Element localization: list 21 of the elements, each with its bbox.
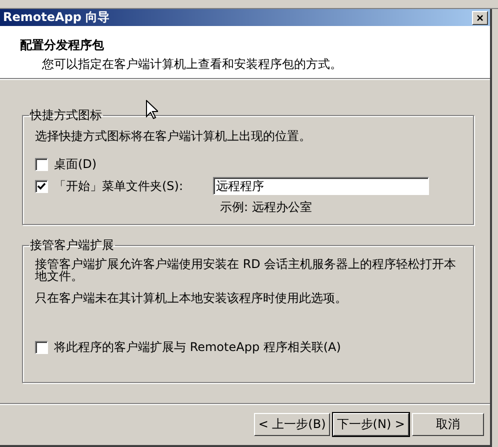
folder-input-field[interactable]: 远程程序 [213,177,430,195]
wizard-button[interactable]: 取消 [412,413,484,436]
wizard-button[interactable]: < 上一步(B) [254,413,330,436]
group-description: 接管客户端扩展允许客户端使用安装在 RD 会话主机服务器上的程序轻松打开本地文件。 [35,258,458,282]
example-text: 示例: 远程办公室 [220,199,313,216]
checkbox-label[interactable]: 将此程序的客户端扩展与 RemoteApp 程序相关联(A) [54,338,341,356]
group-title: 接管客户端扩展 [29,237,115,254]
checkbox-label[interactable]: 「开始」菜单文件夹(S): [54,178,184,194]
checkbox[interactable] [35,158,48,170]
group-description: 只在客户端未在其计算机上本地安装该程序时使用此选项。 [35,292,348,304]
mouse-pointer-icon [146,100,158,119]
checkbox[interactable] [35,180,48,192]
checkbox-label[interactable]: 桌面(D) [54,156,97,172]
group-title: 快捷方式图标 [29,107,103,124]
close-button[interactable]: × [472,10,488,24]
checkbox[interactable] [35,340,48,354]
window-title: RemoteApp 向导 [3,9,110,26]
page-title: 配置分发程序包 [20,37,105,54]
page-subtitle: 您可以指定在客户端计算机上查看和安装程序包的方式。 [41,56,343,73]
group-description: 选择快捷方式图标将在客户端计算机上出现的位置。 [35,128,312,145]
wizard-button[interactable]: 下一步(N) > [332,413,409,436]
